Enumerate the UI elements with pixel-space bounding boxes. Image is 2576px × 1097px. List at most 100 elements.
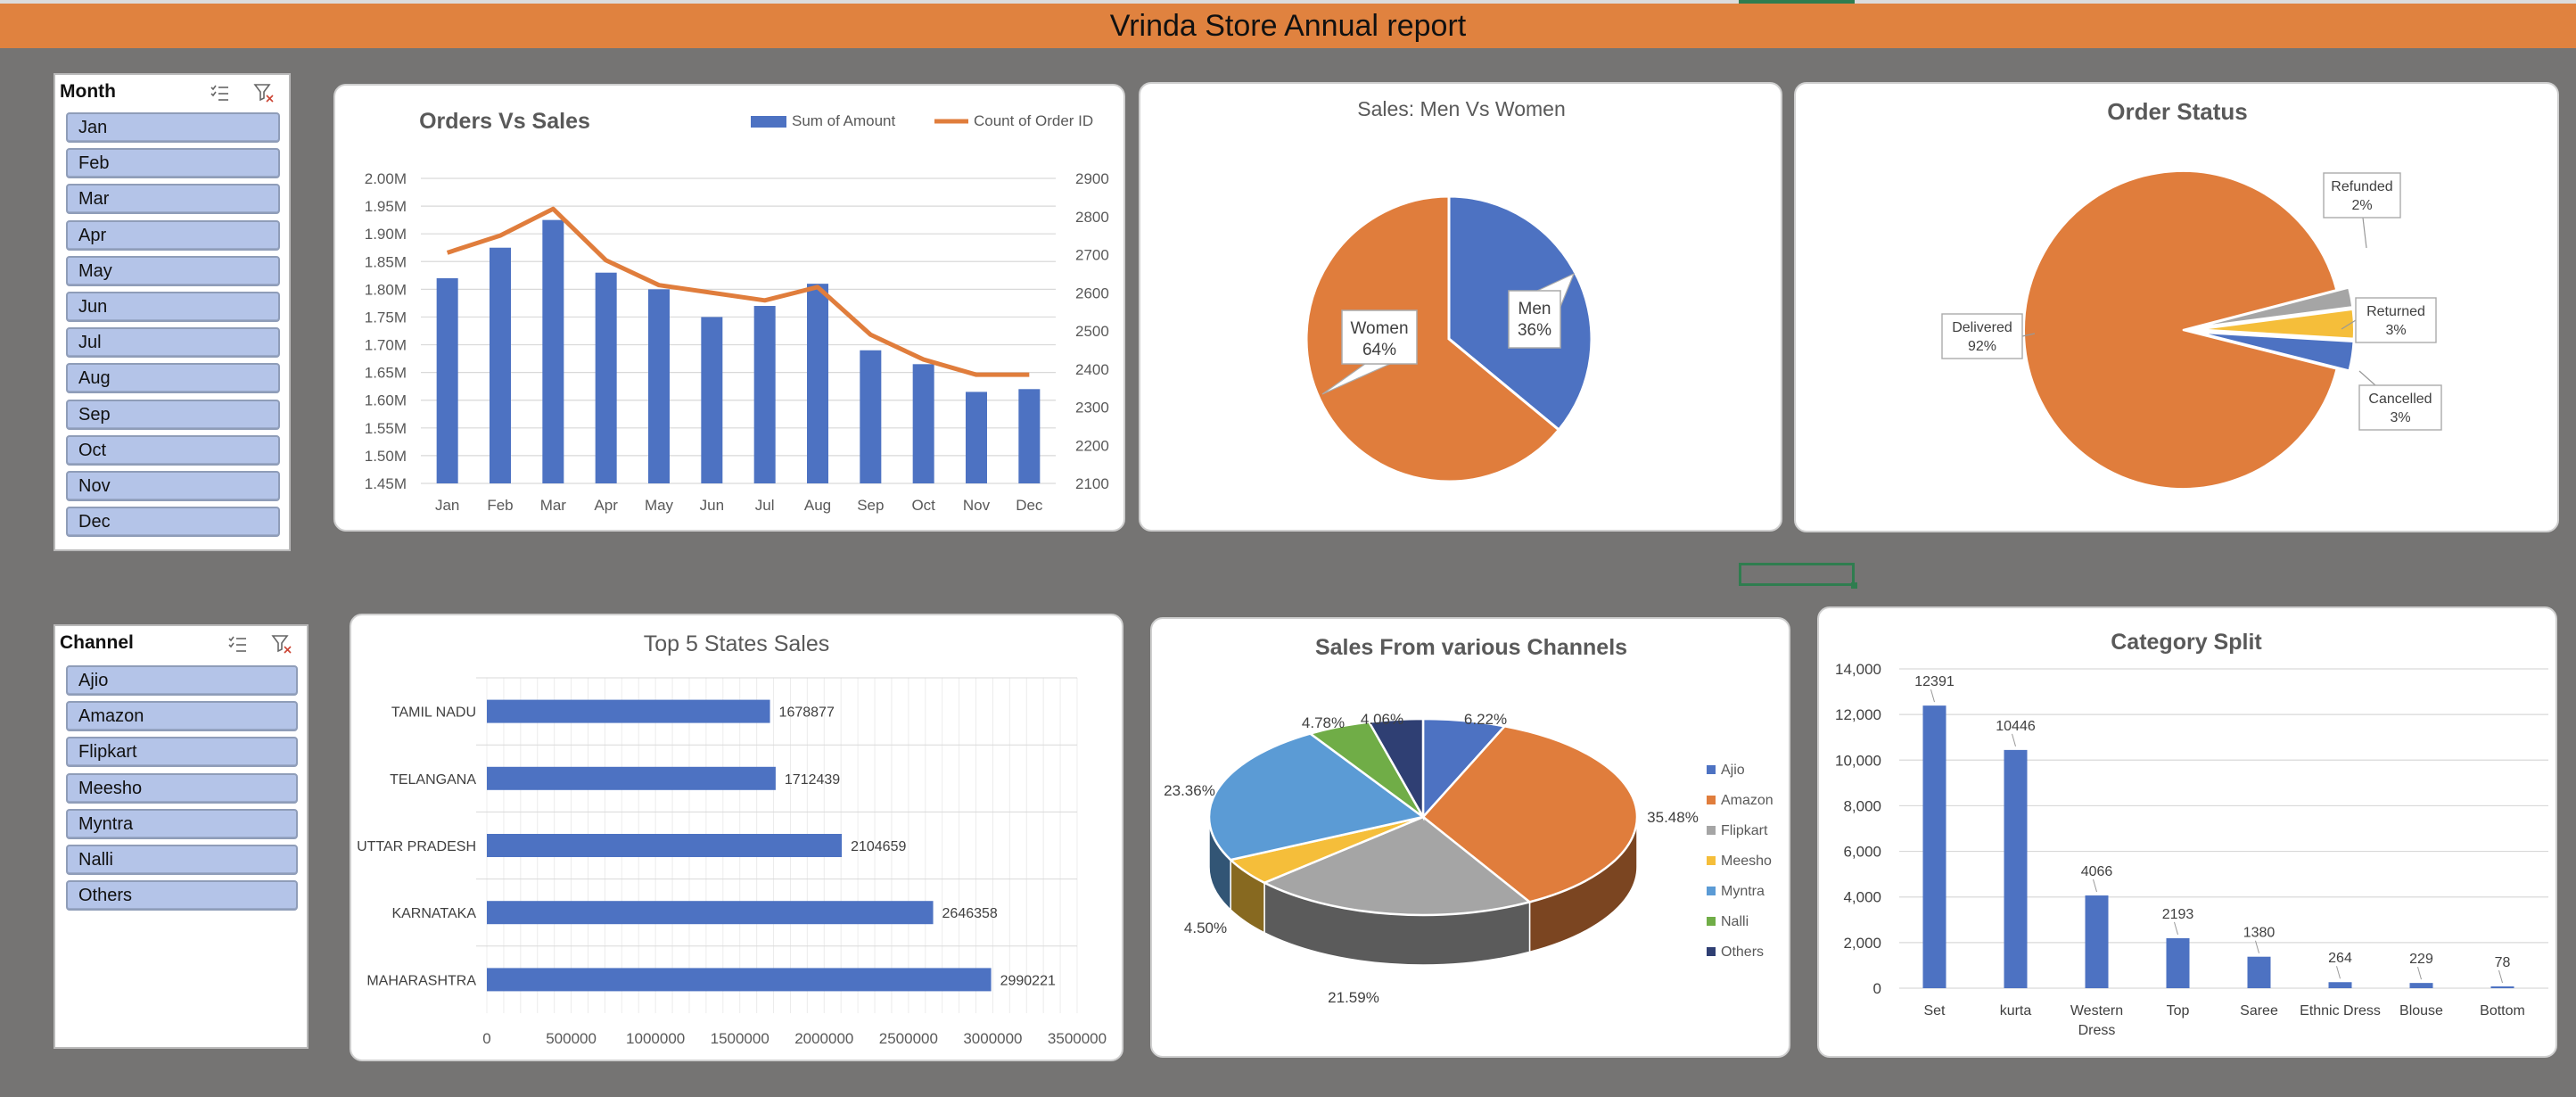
slicer-item-jan[interactable]: Jan [66, 112, 280, 143]
chart-title: Sales From various Channels [1315, 635, 1627, 660]
bar-category [1922, 705, 1946, 988]
channel-slicer-header: Channel [55, 626, 307, 660]
x-tick: 2000000 [794, 1030, 853, 1047]
slicer-item-jun[interactable]: Jun [66, 292, 280, 322]
data-label: 4.50% [1184, 920, 1227, 936]
chart-svg: Sales From various Channels 6.22% 35.48% 21… [1164, 635, 1774, 1006]
bar-amount [542, 219, 564, 484]
y-tick: 8,000 [1843, 797, 1881, 814]
slicer-item-myntra[interactable]: Myntra [66, 808, 298, 839]
slicer-item-jul[interactable]: Jul [66, 327, 280, 359]
x-tick: Top [2167, 1003, 2190, 1019]
y-left-tick: 1.55M [365, 420, 407, 437]
bar-amount [860, 350, 882, 483]
slicer-item-ajio[interactable]: Ajio [66, 665, 298, 696]
slicer-item-nov[interactable]: Nov [66, 471, 280, 501]
legend-swatch [1707, 796, 1716, 804]
legend-label: Myntra [1721, 884, 1765, 899]
leader-line [2336, 966, 2341, 979]
data-label: 4.78% [1302, 714, 1345, 731]
y-right-tick: 2300 [1075, 400, 1109, 417]
x-tick: Oct [911, 497, 935, 514]
y-left-tick: 1.95M [365, 198, 407, 215]
slicer-item-meesho[interactable]: Meesho [66, 772, 298, 804]
x-tick: Mar [540, 497, 567, 514]
month-slicer: Month Jan Feb Mar Apr May Jun Jul Aug Sep Oct Nov D… [53, 73, 291, 551]
slicer-item-amazon[interactable]: Amazon [66, 701, 298, 732]
slicer-item-oct[interactable]: Oct [66, 434, 280, 466]
slicer-item-may[interactable]: May [66, 255, 280, 286]
slice-label: Cancelled [2368, 392, 2432, 407]
y-right-tick: 2100 [1075, 475, 1109, 492]
y-right-tick: 2900 [1075, 170, 1109, 187]
x-tick: 500000 [546, 1030, 597, 1047]
slicer-item-dec[interactable]: Dec [66, 507, 280, 538]
orders-vs-sales-chart[interactable]: Orders Vs Sales Sum of Amount Count of Ord… [333, 84, 1125, 532]
legend-swatch [1707, 856, 1716, 865]
category-split-chart[interactable]: Category Split 0 2,000 4,000 6,000 8,000 10,00… [1817, 606, 2557, 1058]
channel-slicer-title: Channel [60, 632, 134, 653]
slicer-item-feb[interactable]: Feb [66, 148, 280, 179]
clear-filter-icon[interactable] [253, 82, 275, 103]
legend-swatch [1707, 887, 1716, 895]
clear-filter-icon[interactable] [271, 633, 292, 655]
bar-amount [807, 284, 828, 483]
x-tick: Western [2070, 1003, 2123, 1019]
report-title-bar: Vrinda Store Annual report [0, 4, 2576, 48]
slicer-item-aug[interactable]: Aug [66, 363, 280, 394]
y-tick: 14,000 [1835, 661, 1881, 678]
x-tick: Set [1923, 1003, 1946, 1019]
legend-label: Flipkart [1721, 823, 1768, 838]
slicer-item-nalli[interactable]: Nalli [66, 845, 298, 875]
leader-line [2358, 370, 2376, 386]
data-label: 6.22% [1464, 711, 1507, 728]
leader-line [2174, 921, 2178, 936]
data-label: 229 [2409, 952, 2433, 967]
leader-line [1930, 689, 1935, 703]
y-left-tick: 1.60M [365, 392, 407, 409]
chart-svg: Sales: Men Vs Women Men 36% Women 64% [1304, 97, 1593, 483]
top5-states-chart[interactable]: Top 5 States Sales 0 500000 1000000 1500000 2… [350, 614, 1123, 1061]
y-tick: 0 [1873, 980, 1881, 997]
y-left-tick: 1.85M [365, 253, 407, 270]
data-label: 12391 [1914, 674, 1955, 689]
x-tick: 3500000 [1048, 1030, 1107, 1047]
slicer-item-sep[interactable]: Sep [66, 399, 280, 430]
x-tick: Jun [700, 497, 724, 514]
leader-line [2498, 969, 2503, 984]
x-tick: Nov [963, 497, 991, 514]
slicer-item-apr[interactable]: Apr [66, 219, 280, 251]
y-right-tick: 2400 [1075, 361, 1109, 378]
slicer-item-mar[interactable]: Mar [66, 184, 280, 215]
multi-select-icon[interactable] [209, 82, 230, 103]
y-tick: MAHARASHTRA [366, 973, 476, 988]
order-status-chart[interactable]: Order Status Delivered 92% Refunded 2% Return… [1794, 82, 2559, 532]
slicer-item-others[interactable]: Others [66, 880, 298, 911]
channel-sales-chart[interactable]: Sales From various Channels 6.22% 35.48% 21… [1150, 617, 1790, 1058]
y-left-tick: 2.00M [365, 170, 407, 187]
leader-line [2012, 733, 2016, 747]
bar-category [2490, 986, 2514, 988]
data-label: 2104659 [851, 839, 906, 854]
x-tick: Feb [487, 497, 513, 514]
bar-amount [648, 289, 670, 483]
bar-amount [1018, 389, 1041, 483]
men-vs-women-chart[interactable]: Sales: Men Vs Women Men 36% Women 64% [1139, 82, 1782, 532]
channel-slicer: Channel Ajio Amazon Flipkart Meesho Myntra Na… [53, 624, 309, 1049]
data-label: 23.36% [1164, 782, 1215, 799]
y-left-tick: 1.80M [365, 281, 407, 298]
bar-category [2409, 983, 2433, 988]
legend-label: Meesho [1721, 854, 1772, 869]
legend-label: Count of Order ID [974, 112, 1093, 129]
x-tick: 1500000 [711, 1030, 770, 1047]
y-right-tick: 2800 [1075, 209, 1109, 226]
slicer-item-flipkart[interactable]: Flipkart [66, 737, 298, 768]
active-cell-selection[interactable] [1739, 563, 1857, 589]
data-label: 2646358 [942, 906, 998, 921]
slice-value: 3% [2390, 410, 2410, 425]
multi-select-icon[interactable] [226, 633, 248, 655]
x-tick: Dress [2078, 1023, 2116, 1038]
x-tick: Sep [857, 497, 884, 514]
bar-state [487, 834, 843, 857]
slice-value: 92% [1968, 339, 1996, 354]
